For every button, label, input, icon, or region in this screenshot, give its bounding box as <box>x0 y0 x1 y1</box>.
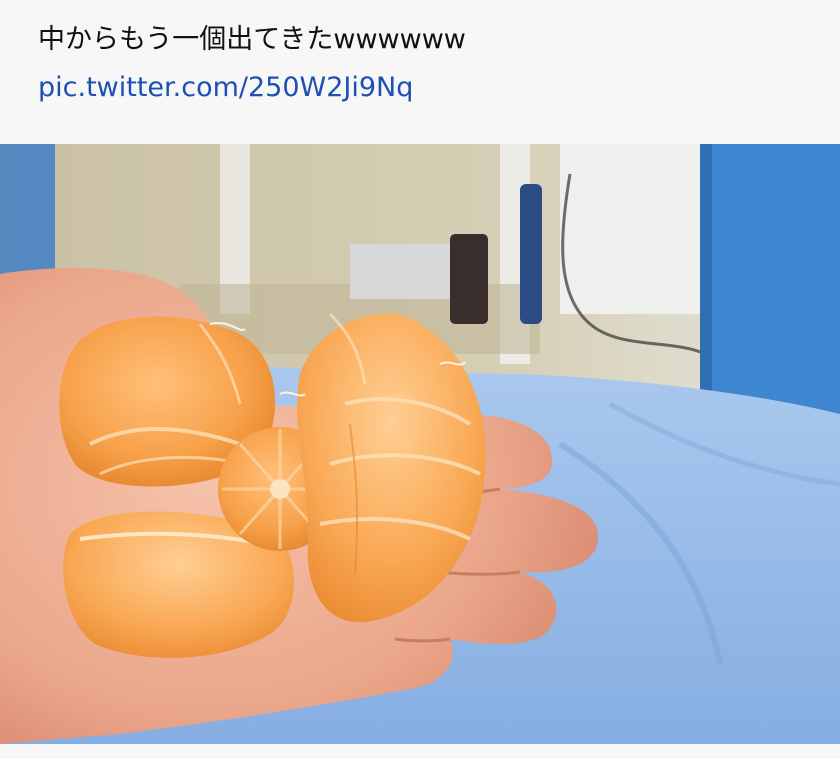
tangerine-photo[interactable] <box>0 144 840 744</box>
post-text: 中からもう一個出てきたwwwwww <box>38 24 466 55</box>
image-link[interactable]: pic.twitter.com/250W2Ji9Nq <box>38 70 413 106</box>
post-header: 中からもう一個出てきたwwwwww pic.twitter.com/250W2J… <box>0 0 840 144</box>
bottom-strip <box>0 744 840 759</box>
tweet-post: 中からもう一個出てきたwwwwww pic.twitter.com/250W2J… <box>0 0 840 759</box>
photo-illustration <box>0 144 840 744</box>
